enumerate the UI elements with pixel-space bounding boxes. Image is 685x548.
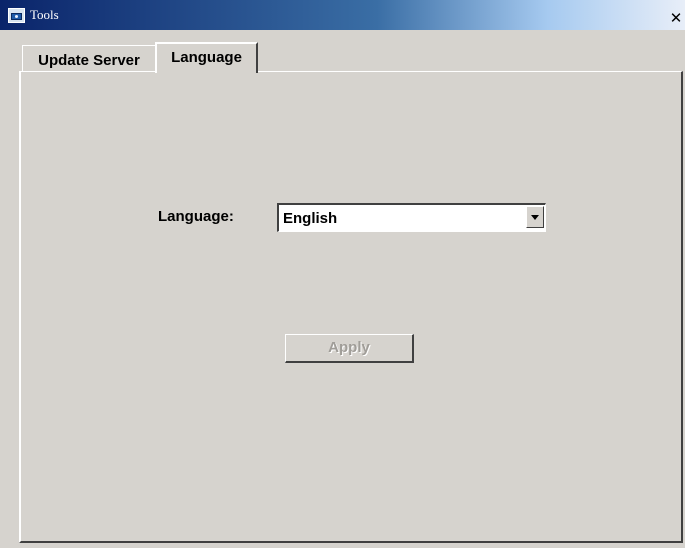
- app-icon-dot: [15, 15, 18, 18]
- tab-update-server-label: Update Server: [38, 52, 140, 69]
- language-select[interactable]: English: [277, 203, 546, 232]
- apply-button-label: Apply: [328, 339, 370, 356]
- tab-update-server[interactable]: Update Server: [22, 45, 156, 73]
- window-title: Tools: [30, 7, 59, 22]
- tab-language-label: Language: [171, 49, 242, 66]
- language-tab-panel: [19, 71, 683, 543]
- tab-language[interactable]: Language: [155, 42, 258, 73]
- chevron-down-icon: [531, 215, 539, 220]
- close-icon: ✕: [669, 9, 683, 27]
- title-bar[interactable]: Tools ✕: [0, 0, 685, 30]
- app-window-icon[interactable]: [8, 8, 25, 23]
- language-dropdown-button[interactable]: [526, 206, 544, 228]
- tools-window: Tools ✕ Update Server Language Language:…: [0, 0, 685, 548]
- close-button[interactable]: ✕: [668, 9, 684, 27]
- apply-button[interactable]: Apply: [285, 334, 414, 363]
- language-select-value: English: [283, 210, 338, 227]
- language-label: Language:: [158, 208, 234, 225]
